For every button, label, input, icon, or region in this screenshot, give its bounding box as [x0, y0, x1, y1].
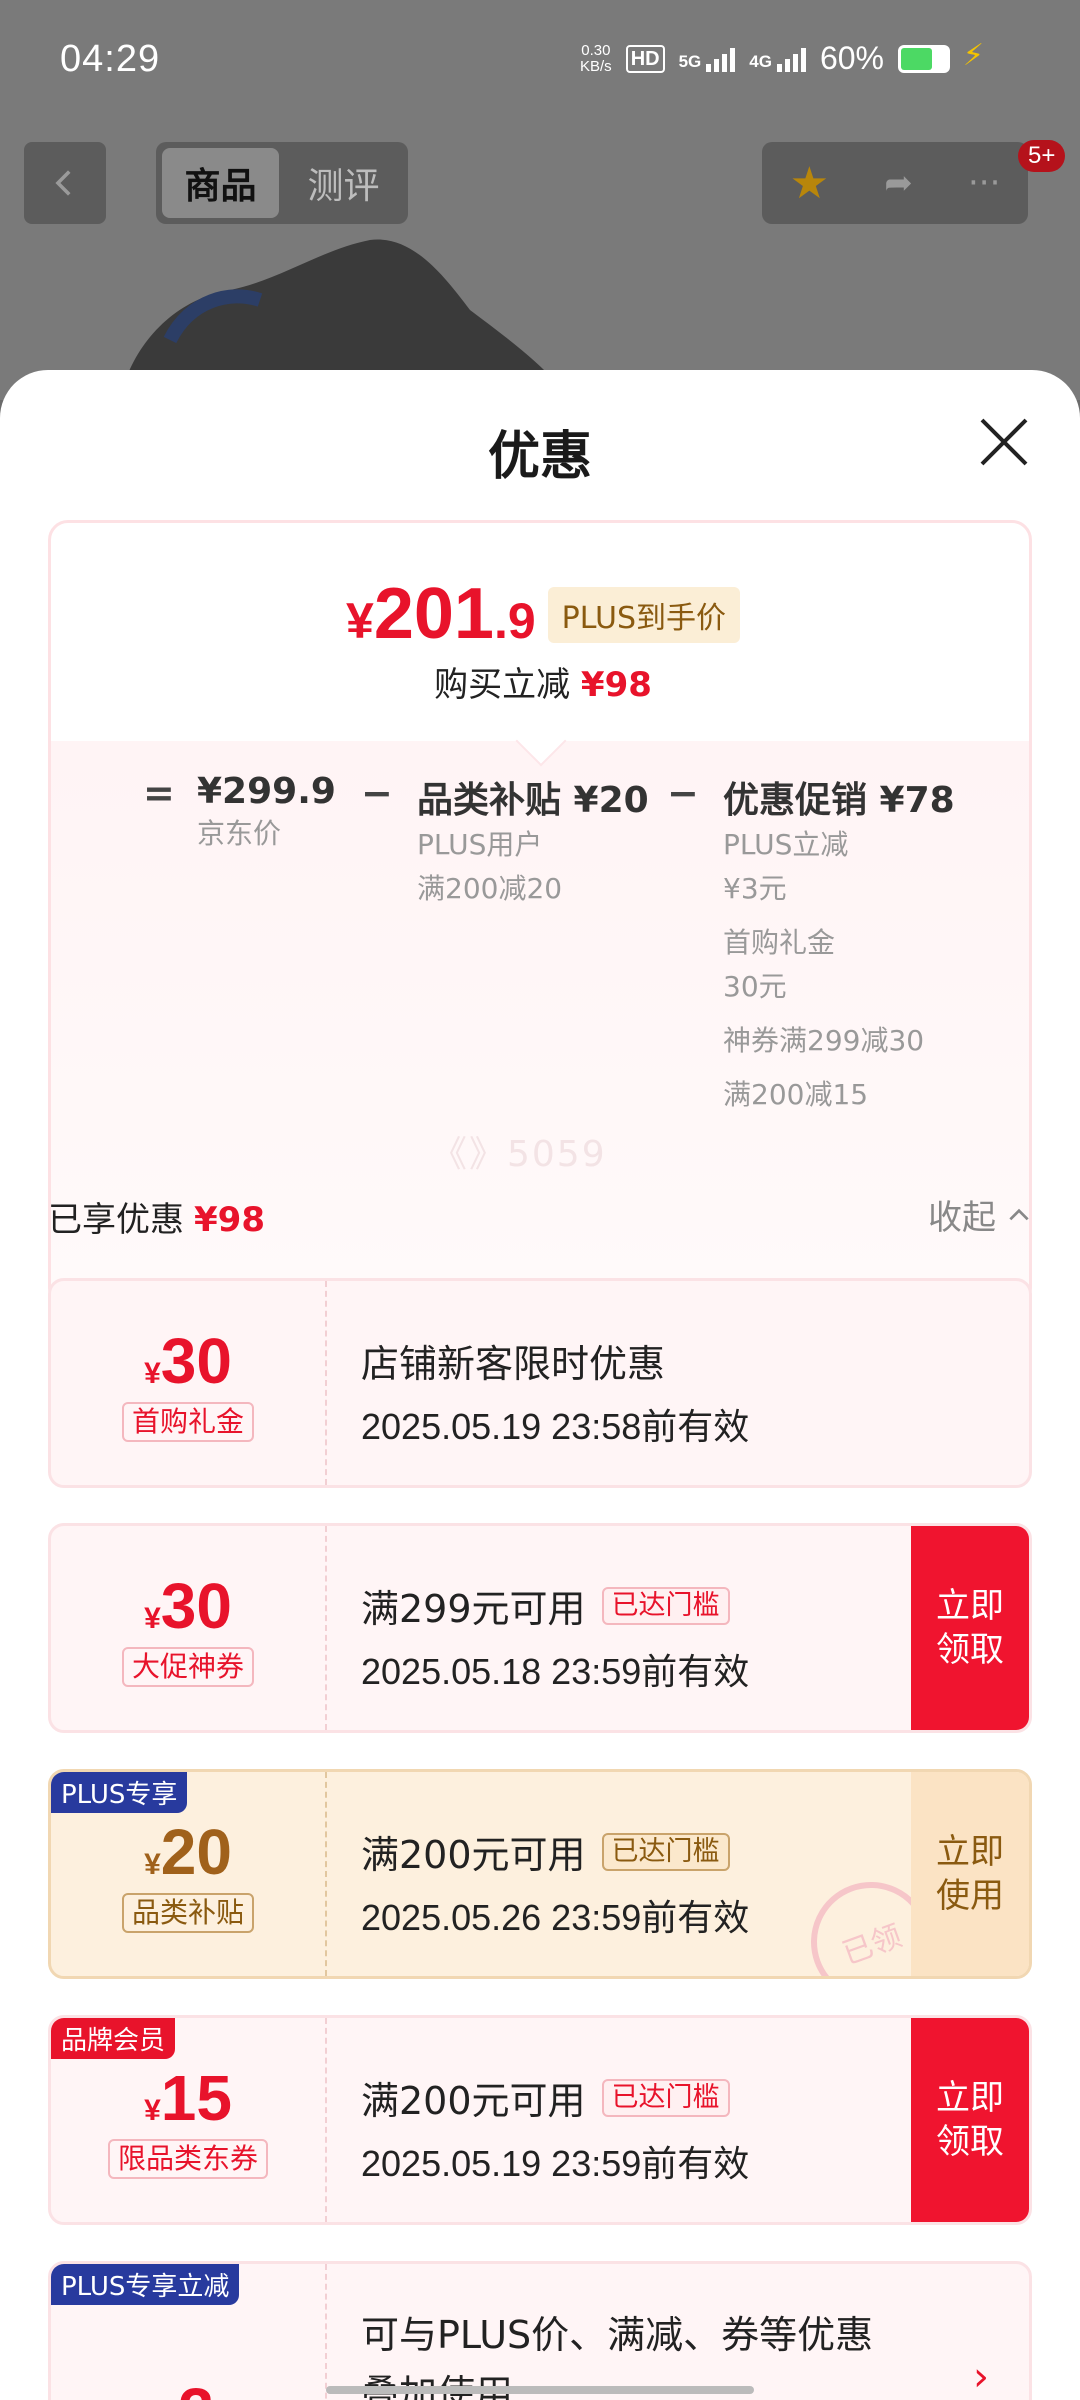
collapse-button[interactable]: 收起 — [928, 1190, 1032, 1239]
status-time: 04:29 — [60, 38, 161, 80]
chevron-right-icon: › — [973, 2354, 989, 2400]
network-speed: 0.30 KB/s — [580, 41, 612, 75]
coupon-title-line2: 叠加使用 — [361, 2363, 873, 2400]
coupon-type-label: 首购礼金 — [121, 1402, 254, 1442]
status-indicators: 0.30 KB/s HD 5G 4G 60% — [580, 40, 950, 77]
coupon-brand-member: 品牌会员 ¥15 限品类东券 满200元可用 已达门槛 2025.05.19 23… — [48, 2015, 1032, 2225]
coupon-plus-reduce[interactable]: PLUS专享立减 ¥3 可与PLUS价、满减、券等优惠 叠加使用 › — [48, 2261, 1032, 2400]
tab-review[interactable]: 测评 — [285, 148, 402, 218]
coupon-amount: ¥30 — [144, 1325, 232, 1397]
base-price-col: ¥299.9 京东价 — [197, 771, 336, 850]
minus-sign: − — [361, 771, 393, 815]
screen: 04:29 0.30 KB/s HD 5G 4G 60% ⚡ 商品 测评 ★ ➦… — [0, 0, 1080, 2400]
coupon-type-label: 大促神券 — [121, 1647, 254, 1687]
coupon-expiry: 2025.05.26 23:59前有效 — [361, 1897, 750, 1938]
tab-product[interactable]: 商品 — [162, 148, 279, 218]
chevron-up-icon — [1009, 1208, 1029, 1220]
home-indicator[interactable] — [326, 2386, 754, 2394]
discount-sheet: 优惠 ¥201.9 PLUS到手价 购买立减 ¥98 = ¥299.9 京东价 … — [0, 370, 1080, 2400]
coupon-expiry: 2025.05.19 23:58前有效 — [361, 1406, 750, 1447]
price-summary-card: ¥201.9 PLUS到手价 购买立减 ¥98 = ¥299.9 京东价 − 品… — [48, 520, 1032, 1308]
threshold-met-tag: 已达门槛 — [601, 1586, 730, 1625]
final-price: ¥201.9 — [346, 574, 536, 654]
message-badge: 5+ — [1018, 140, 1066, 172]
watermark: 《》5059 — [431, 1134, 607, 1175]
coupon-type-label: 品类补贴 — [121, 1893, 254, 1933]
promotion-col: 优惠促销 ¥78 PLUS立减 ¥3元 首购礼金 30元 神券满299减30 满… — [723, 780, 955, 1111]
charging-icon: ⚡ — [962, 38, 984, 73]
more-icon[interactable]: ··· — [968, 163, 1000, 203]
chevron-left-icon — [55, 170, 71, 196]
battery-icon — [898, 44, 950, 73]
coupon-plus-category: PLUS专享 ¥20 品类补贴 满200元可用 已达门槛 2025.05.26 2… — [48, 1769, 1032, 1979]
minus-sign: − — [667, 771, 699, 815]
final-price-row: ¥201.9 PLUS到手价 — [51, 573, 1029, 655]
claim-button[interactable]: 立即领取 — [911, 2018, 1029, 2222]
plus-price-tag: PLUS到手价 — [547, 587, 740, 643]
equals-sign: = — [143, 771, 175, 815]
share-icon[interactable]: ➦ — [884, 163, 913, 203]
coupon-expiry: 2025.05.19 23:59前有效 — [361, 2143, 750, 2184]
coupon-title: 店铺新客限时优惠 — [361, 1342, 666, 1386]
threshold-met-tag: 已达门槛 — [601, 1832, 730, 1871]
favorite-star-icon[interactable]: ★ — [790, 158, 829, 209]
coupon-amount: ¥15 — [144, 2062, 232, 2134]
coupon-title: 满299元可用 — [361, 1587, 586, 1631]
coupon-expiry: 2025.05.18 23:59前有效 — [361, 1651, 750, 1692]
claim-button[interactable]: 立即领取 — [911, 1526, 1029, 1730]
hd-indicator: HD — [625, 44, 665, 73]
enjoyed-discount: 已享优惠 ¥98 — [48, 1200, 265, 1240]
category-subsidy-col: 品类补贴 ¥20 PLUS用户 满200减20 — [417, 780, 649, 905]
coupon-title: 满200元可用 — [361, 1833, 586, 1877]
nav-actions: ★ ➦ ··· — [762, 142, 1028, 224]
sheet-title: 优惠 — [487, 427, 592, 487]
close-icon[interactable] — [978, 416, 1030, 468]
coupon-type-label: 限品类东券 — [107, 2139, 268, 2179]
signal-5g-icon: 5G — [679, 46, 736, 72]
coupon-promo: ¥30 大促神券 满299元可用 已达门槛 2025.05.18 23:59前有效… — [48, 1523, 1032, 1733]
status-bar: 04:29 0.30 KB/s HD 5G 4G 60% ⚡ — [0, 0, 1080, 120]
battery-percent: 60% — [819, 40, 884, 76]
signal-4g-icon: 4G — [749, 46, 806, 72]
coupon-amount: ¥30 — [144, 1570, 232, 1642]
total-reduction: 购买立减 ¥98 — [434, 665, 652, 705]
price-formula: = ¥299.9 京东价 − 品类补贴 ¥20 PLUS用户 满200减20 −… — [143, 771, 955, 1117]
coupon-title: 满200元可用 — [361, 2079, 586, 2123]
threshold-met-tag: 已达门槛 — [601, 2078, 730, 2117]
coupon-amount: ¥20 — [144, 1816, 232, 1888]
coupon-amount: ¥3 — [162, 2374, 215, 2400]
coupon-new-customer[interactable]: ¥30 首购礼金 店铺新客限时优惠 2025.05.19 23:58前有效 — [48, 1278, 1032, 1488]
page-tabs: 商品 测评 — [156, 142, 408, 224]
coupon-title: 可与PLUS价、满减、券等优惠 — [361, 2313, 874, 2357]
back-button[interactable] — [24, 142, 106, 224]
use-button[interactable]: 立即使用 — [911, 1772, 1029, 1976]
